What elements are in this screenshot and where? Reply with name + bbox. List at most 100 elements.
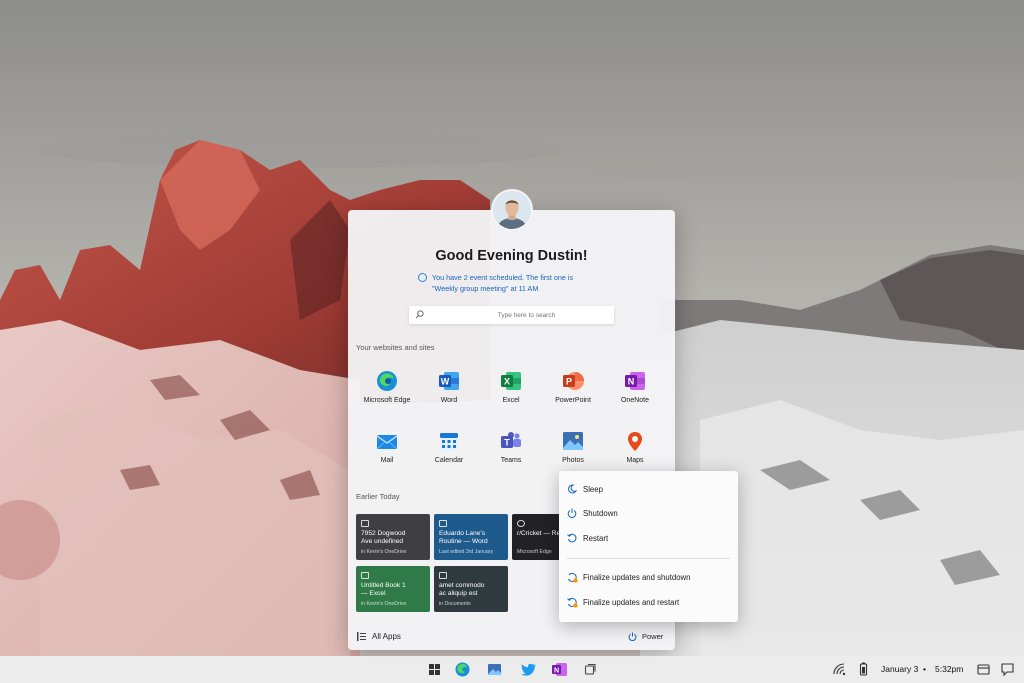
doc-title-line2: — Excel [361,590,386,597]
task-view-icon[interactable] [582,661,599,678]
taskbar: N January 3 • 5:32pm [0,656,1024,683]
user-photo [493,191,531,229]
app-tile-teams[interactable]: T Teams [480,430,542,482]
onenote-icon: N [625,372,645,390]
shutdown-option[interactable]: Shutdown [567,506,730,524]
windows-start-icon[interactable] [426,661,443,678]
excel-file-icon [361,572,369,579]
maps-icon [628,432,642,451]
wifi-icon[interactable] [831,661,848,678]
doc-title-line1: amet commodo [439,582,485,589]
doc-title-line2: Routine — Word [439,538,488,545]
power-button[interactable]: Power [642,632,663,641]
teams-icon: T [501,432,521,448]
app-tile-powerpoint[interactable]: P PowerPoint [542,370,604,422]
app-tile-edge[interactable]: Microsoft Edge [356,370,418,422]
mail-icon [376,435,398,450]
user-avatar[interactable] [491,189,533,231]
update-restart-option[interactable]: Finalize updates and restart [567,595,730,613]
event-notice[interactable]: You have 2 event scheduled. The first on… [418,272,622,294]
onenote-taskbar-icon[interactable]: N [551,661,568,678]
edge-taskbar-icon[interactable] [454,661,471,678]
app-tile-calendar[interactable]: Calendar [418,430,480,482]
doc-title-line2: ac aliquip est [439,590,478,597]
search-input[interactable] [409,306,614,324]
svg-text:W: W [441,377,450,387]
image-file-icon [361,520,369,527]
update-power-icon [568,572,578,583]
svg-text:T: T [504,438,510,448]
battery-icon[interactable] [855,661,872,678]
doc-meta: Last edited 3rd January [439,549,494,555]
taskbar-time[interactable]: 5:32pm [935,664,963,674]
app-tile-mail[interactable]: Mail [356,430,418,482]
image-file-icon [439,572,447,579]
app-tile-excel[interactable]: X Excel [480,370,542,422]
app-label-mail: Mail [380,457,394,464]
svg-text:X: X [504,377,510,387]
excel-icon: X [501,372,521,390]
recent-doc-card[interactable]: amet commodo ac aliquip est in Documents [434,566,508,612]
powerpoint-icon: P [563,372,584,390]
word-file-icon [439,520,447,527]
doc-meta: Microsoft Edge [517,549,552,555]
restart-option[interactable]: Restart [567,531,730,549]
app-label-word: Word [440,397,458,404]
update-restart-label: Finalize updates and restart [583,598,680,607]
sleep-label: Sleep [583,485,603,494]
app-label-maps: Maps [626,457,644,464]
app-label-onenote: OneNote [620,397,650,404]
all-apps-button[interactable]: All Apps [372,632,401,641]
notifications-icon[interactable] [999,661,1016,678]
moon-icon [568,484,577,494]
power-icon [567,508,577,518]
all-apps-list-icon [357,632,366,641]
greeting-title: Good Evening Dustin! [435,248,588,264]
edge-file-icon [517,520,525,527]
date-time-separator: • [923,664,926,674]
earlier-section-title: Earlier Today [356,492,400,501]
doc-meta: in Kevin's OneDrive [361,601,407,607]
edge-icon [377,371,397,391]
app-label-photos: Photos [562,457,584,464]
app-label-calendar: Calendar [434,457,464,464]
shutdown-label: Shutdown [583,509,618,518]
calendar-icon [440,433,458,450]
svg-text:P: P [566,377,572,387]
photos-taskbar-icon[interactable] [486,661,503,678]
doc-title-line1: Eduardo Lane's [439,530,485,537]
app-tile-onenote[interactable]: N OneNote [604,370,666,422]
menu-divider [567,558,730,559]
search-box[interactable] [409,306,614,324]
update-restart-icon [567,597,578,608]
app-label-edge: Microsoft Edge [363,397,411,404]
event-line-1: You have 2 event scheduled. The first on… [432,273,574,282]
doc-title-line1: 7952 Dogwood [361,530,406,537]
update-shutdown-label: Finalize updates and shutdown [583,573,691,582]
update-shutdown-option[interactable]: Finalize updates and shutdown [567,570,730,588]
word-icon: W [439,372,459,390]
app-label-excel: Excel [502,397,520,404]
recent-doc-card[interactable]: Untitled Book 1 — Excel in Kevin's OneDr… [356,566,430,612]
power-icon [628,632,637,641]
twitter-icon[interactable] [520,661,537,678]
app-tile-word[interactable]: W Word [418,370,480,422]
doc-title-line1: Untitled Book 1 [361,582,406,589]
doc-title-line2: Ave undefined [361,538,404,545]
power-options-menu: Sleep Shutdown Restart Finalize updates … [559,471,738,622]
app-label-powerpoint: PowerPoint [555,397,591,404]
sleep-option[interactable]: Sleep [567,482,730,500]
action-center-icon[interactable] [975,661,992,678]
event-line-2: "Weekly group meeting" at 11 AM [432,284,539,293]
doc-meta: in Kevin's OneDrive [361,549,407,555]
svg-text:N: N [628,377,635,387]
cortana-ring-icon [418,273,427,282]
recent-doc-card[interactable]: Eduardo Lane's Routine — Word Last edite… [434,514,508,560]
restart-label: Restart [583,534,609,543]
app-label-teams: Teams [500,457,522,464]
recent-doc-card[interactable]: 7952 Dogwood Ave undefined in Kevin's On… [356,514,430,560]
taskbar-date[interactable]: January 3 [881,664,918,674]
doc-meta: in Documents [439,601,471,607]
photos-icon [563,432,583,450]
start-menu-footer: All Apps Power [348,624,675,650]
